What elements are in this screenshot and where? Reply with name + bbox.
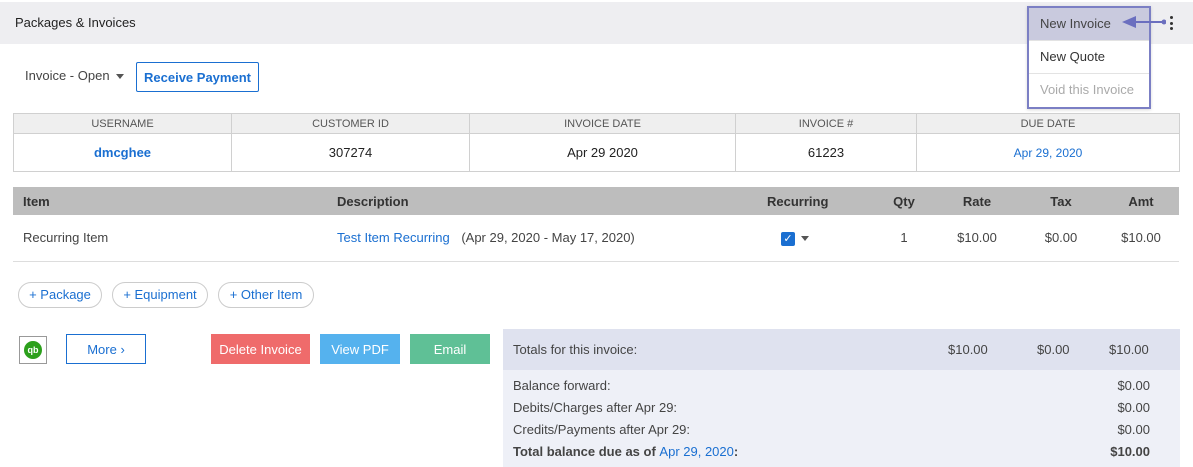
receive-payment-button[interactable]: Receive Payment — [136, 62, 259, 92]
column-header: DUE DATE — [916, 113, 1180, 134]
total-due-date-link[interactable]: Apr 29, 2020 — [659, 444, 733, 459]
debits-label: Debits/Charges after Apr 29: — [513, 400, 678, 415]
debits-value: $0.00 — [1117, 400, 1150, 415]
menu-item-new-quote[interactable]: New Quote — [1029, 41, 1149, 73]
description-link[interactable]: Test Item Recurring — [337, 230, 450, 245]
column-header: Qty — [873, 187, 935, 215]
quickbooks-icon: qb — [24, 341, 42, 359]
rate-link[interactable]: $10.00 — [935, 215, 1019, 262]
column-header: Description — [327, 187, 757, 215]
invoice-status-label: Invoice - Open — [25, 68, 110, 83]
due-date-link[interactable]: Apr 29, 2020 — [916, 133, 1180, 172]
column-header: USERNAME — [13, 113, 232, 134]
quickbooks-sync-button[interactable]: qb — [19, 336, 47, 364]
add-package-button[interactable]: + Package — [18, 282, 102, 308]
view-pdf-button[interactable]: View PDF — [320, 334, 400, 364]
total-due-text: Total balance due as of — [513, 444, 656, 459]
totals-total: $10.00 — [1109, 342, 1149, 357]
credits-label: Credits/Payments after Apr 29: — [513, 422, 691, 437]
invoice-info-table: USERNAME CUSTOMER ID INVOICE DATE INVOIC… — [13, 113, 1180, 172]
column-header: Tax — [1019, 187, 1103, 215]
recurring-checkbox[interactable]: ✓ — [781, 231, 795, 246]
invoice-number: 61223 — [735, 133, 917, 172]
item-name: Recurring Item — [13, 215, 327, 262]
balance-forward-value: $0.00 — [1117, 378, 1150, 393]
qty-link[interactable]: 1 — [873, 215, 935, 262]
table-row: Recurring Item Test Item Recurring (Apr … — [13, 215, 1179, 262]
more-button-label: More — [87, 341, 117, 357]
column-header: CUSTOMER ID — [231, 113, 470, 134]
page-header — [0, 0, 1193, 44]
totals-tax: $0.00 — [1037, 342, 1070, 357]
totals-amount: $10.00 — [948, 342, 988, 357]
add-other-item-button[interactable]: + Other Item — [218, 282, 314, 308]
column-header: INVOICE DATE — [469, 113, 736, 134]
more-button[interactable]: More › — [66, 334, 146, 364]
delete-invoice-button[interactable]: Delete Invoice — [211, 334, 310, 364]
menu-item-void-invoice[interactable]: Void this Invoice — [1029, 74, 1149, 106]
chevron-down-icon[interactable] — [801, 236, 809, 242]
column-header: INVOICE # — [735, 113, 917, 134]
add-equipment-button[interactable]: + Equipment — [112, 282, 208, 308]
email-button[interactable]: Email — [410, 334, 490, 364]
total-due-value: $10.00 — [1110, 444, 1150, 459]
page-title: Packages & Invoices — [15, 15, 136, 30]
annotation-arrow-icon — [1122, 16, 1166, 28]
column-header: Item — [13, 187, 327, 215]
column-header: Amt — [1103, 187, 1179, 215]
recurring-cell: ✓ — [757, 215, 873, 262]
amount: $10.00 — [1103, 215, 1179, 262]
invoice-status-dropdown[interactable]: Invoice - Open — [25, 68, 124, 83]
item-description: Test Item Recurring (Apr 29, 2020 - May … — [327, 215, 757, 262]
balance-forward-label: Balance forward: — [513, 378, 611, 393]
column-header: Rate — [935, 187, 1019, 215]
username-link[interactable]: dmcghee — [13, 133, 232, 172]
recurring-period: (Apr 29, 2020 - May 17, 2020) — [461, 230, 635, 246]
customer-id: 307274 — [231, 133, 470, 172]
line-items-table: Item Description Recurring Qty Rate Tax … — [13, 187, 1179, 262]
credits-value: $0.00 — [1117, 422, 1150, 437]
invoice-date: Apr 29 2020 — [469, 133, 736, 172]
tax-link[interactable]: $0.00 — [1019, 215, 1103, 262]
chevron-down-icon — [115, 74, 124, 80]
total-due-label: Total balance due as of Apr 29, 2020: — [513, 444, 739, 459]
column-header: Recurring — [757, 187, 873, 215]
kebab-menu-icon[interactable] — [1166, 14, 1176, 32]
totals-label: Totals for this invoice: — [513, 342, 638, 357]
